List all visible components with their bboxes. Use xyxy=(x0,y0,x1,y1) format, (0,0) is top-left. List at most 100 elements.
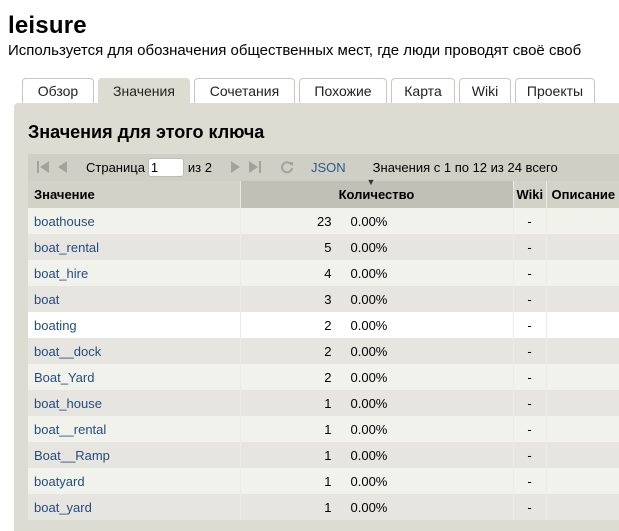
value-link[interactable]: boating xyxy=(34,318,77,333)
col-header-wiki[interactable]: Wiki xyxy=(513,181,547,208)
last-page-icon[interactable] xyxy=(248,160,262,176)
value-link[interactable]: boat xyxy=(34,292,59,307)
page-title: leisure xyxy=(8,12,87,39)
table-row: boat_rental 5 0.00% - xyxy=(28,234,619,260)
results-summary: Значения с 1 по 12 из 24 всего xyxy=(372,160,558,175)
description-cell xyxy=(546,390,619,416)
description-cell xyxy=(546,364,619,390)
page-number-input[interactable] xyxy=(147,158,184,177)
wiki-cell: - xyxy=(513,338,547,364)
table-row: boat 3 0.00% - xyxy=(28,286,619,312)
table-row: boat__rental 1 0.00% - xyxy=(28,416,619,442)
wiki-cell: - xyxy=(513,286,547,312)
percent-value: 0.00% xyxy=(350,500,388,515)
json-link[interactable]: JSON xyxy=(311,160,346,175)
count-value: 1 xyxy=(324,500,332,515)
wiki-cell: - xyxy=(513,312,547,338)
table-row: boating 2 0.00% - xyxy=(28,312,619,338)
description-cell xyxy=(546,312,619,338)
percent-value: 0.00% xyxy=(350,344,388,359)
description-cell xyxy=(546,338,619,364)
value-link[interactable]: boat_hire xyxy=(34,266,88,281)
reload-icon[interactable] xyxy=(280,160,294,176)
pagination-bar: Страница из 2 JSON Значения с 1 по 12 из… xyxy=(28,154,619,181)
description-cell xyxy=(546,416,619,442)
percent-value: 0.00% xyxy=(350,422,388,437)
count-value: 3 xyxy=(324,292,332,307)
wiki-cell: - xyxy=(513,260,547,286)
wiki-cell: - xyxy=(513,390,547,416)
col-header-count[interactable]: ▼ Количество xyxy=(240,177,514,208)
tab-similar[interactable]: Похожие xyxy=(299,78,387,103)
table-row: Boat__Ramp 1 0.00% - xyxy=(28,442,619,468)
value-link[interactable]: boat__rental xyxy=(34,422,106,437)
percent-value: 0.00% xyxy=(350,214,388,229)
table-row: boat_hire 4 0.00% - xyxy=(28,260,619,286)
count-value: 2 xyxy=(324,370,332,385)
count-value: 1 xyxy=(324,422,332,437)
description-cell xyxy=(546,468,619,494)
tab-bar: Обзор Значения Сочетания Похожие Карта W… xyxy=(22,78,599,103)
count-value: 1 xyxy=(324,474,332,489)
value-link[interactable]: Boat_Yard xyxy=(34,370,94,385)
value-link[interactable]: boat_rental xyxy=(34,240,99,255)
count-value: 1 xyxy=(324,448,332,463)
wiki-cell: - xyxy=(513,208,547,234)
value-link[interactable]: boathouse xyxy=(34,214,95,229)
wiki-cell: - xyxy=(513,234,547,260)
tab-values[interactable]: Значения xyxy=(98,78,190,103)
percent-value: 0.00% xyxy=(350,474,388,489)
table-row: boathouse 23 0.00% - xyxy=(28,208,619,234)
col-header-value[interactable]: Значение xyxy=(28,181,241,208)
description-cell xyxy=(546,442,619,468)
value-link[interactable]: boat_house xyxy=(34,396,102,411)
values-table: Значение ▼ Количество Wiki Описание boath… xyxy=(28,177,619,520)
table-header-row: Значение ▼ Количество Wiki Описание xyxy=(28,177,619,208)
description-cell xyxy=(546,494,619,520)
count-value: 1 xyxy=(324,396,332,411)
count-value: 5 xyxy=(324,240,332,255)
tab-overview[interactable]: Обзор xyxy=(22,78,94,103)
value-link[interactable]: boatyard xyxy=(34,474,85,489)
wiki-cell: - xyxy=(513,468,547,494)
percent-value: 0.00% xyxy=(350,240,388,255)
table-row: Boat_Yard 2 0.00% - xyxy=(28,364,619,390)
first-page-icon[interactable] xyxy=(36,160,50,176)
wiki-cell: - xyxy=(513,364,547,390)
value-link[interactable]: Boat__Ramp xyxy=(34,448,110,463)
next-page-icon[interactable] xyxy=(230,160,242,176)
page-label: Страница xyxy=(86,160,145,175)
table-row: boat__dock 2 0.00% - xyxy=(28,338,619,364)
percent-value: 0.00% xyxy=(350,396,388,411)
count-value: 23 xyxy=(317,214,332,229)
description-cell xyxy=(546,260,619,286)
page-total-label: из 2 xyxy=(187,160,212,175)
table-row: boat_yard 1 0.00% - xyxy=(28,494,619,520)
page-description: Используется для обозначения общественны… xyxy=(8,42,582,59)
percent-value: 0.00% xyxy=(350,266,388,281)
description-cell xyxy=(546,234,619,260)
count-value: 2 xyxy=(324,344,332,359)
table-row: boat_house 1 0.00% - xyxy=(28,390,619,416)
table-row: boatyard 1 0.00% - xyxy=(28,468,619,494)
sort-desc-icon: ▼ xyxy=(366,177,376,187)
percent-value: 0.00% xyxy=(350,370,388,385)
value-link[interactable]: boat_yard xyxy=(34,500,92,515)
prev-page-icon[interactable] xyxy=(56,160,68,176)
value-link[interactable]: boat__dock xyxy=(34,344,101,359)
tab-projects[interactable]: Проекты xyxy=(515,78,595,103)
panel-title: Значения для этого ключа xyxy=(28,122,265,142)
values-panel: Значения для этого ключа Страница из 2 J… xyxy=(14,103,619,531)
col-header-count-label: Количество xyxy=(338,187,415,202)
description-cell xyxy=(546,208,619,234)
percent-value: 0.00% xyxy=(350,318,388,333)
tab-map[interactable]: Карта xyxy=(391,78,455,103)
percent-value: 0.00% xyxy=(350,448,388,463)
tab-combinations[interactable]: Сочетания xyxy=(194,78,295,103)
wiki-cell: - xyxy=(513,442,547,468)
col-header-description[interactable]: Описание xyxy=(546,181,619,208)
wiki-cell: - xyxy=(513,416,547,442)
tab-wiki[interactable]: Wiki xyxy=(459,78,511,103)
description-cell xyxy=(546,286,619,312)
percent-value: 0.00% xyxy=(350,292,388,307)
